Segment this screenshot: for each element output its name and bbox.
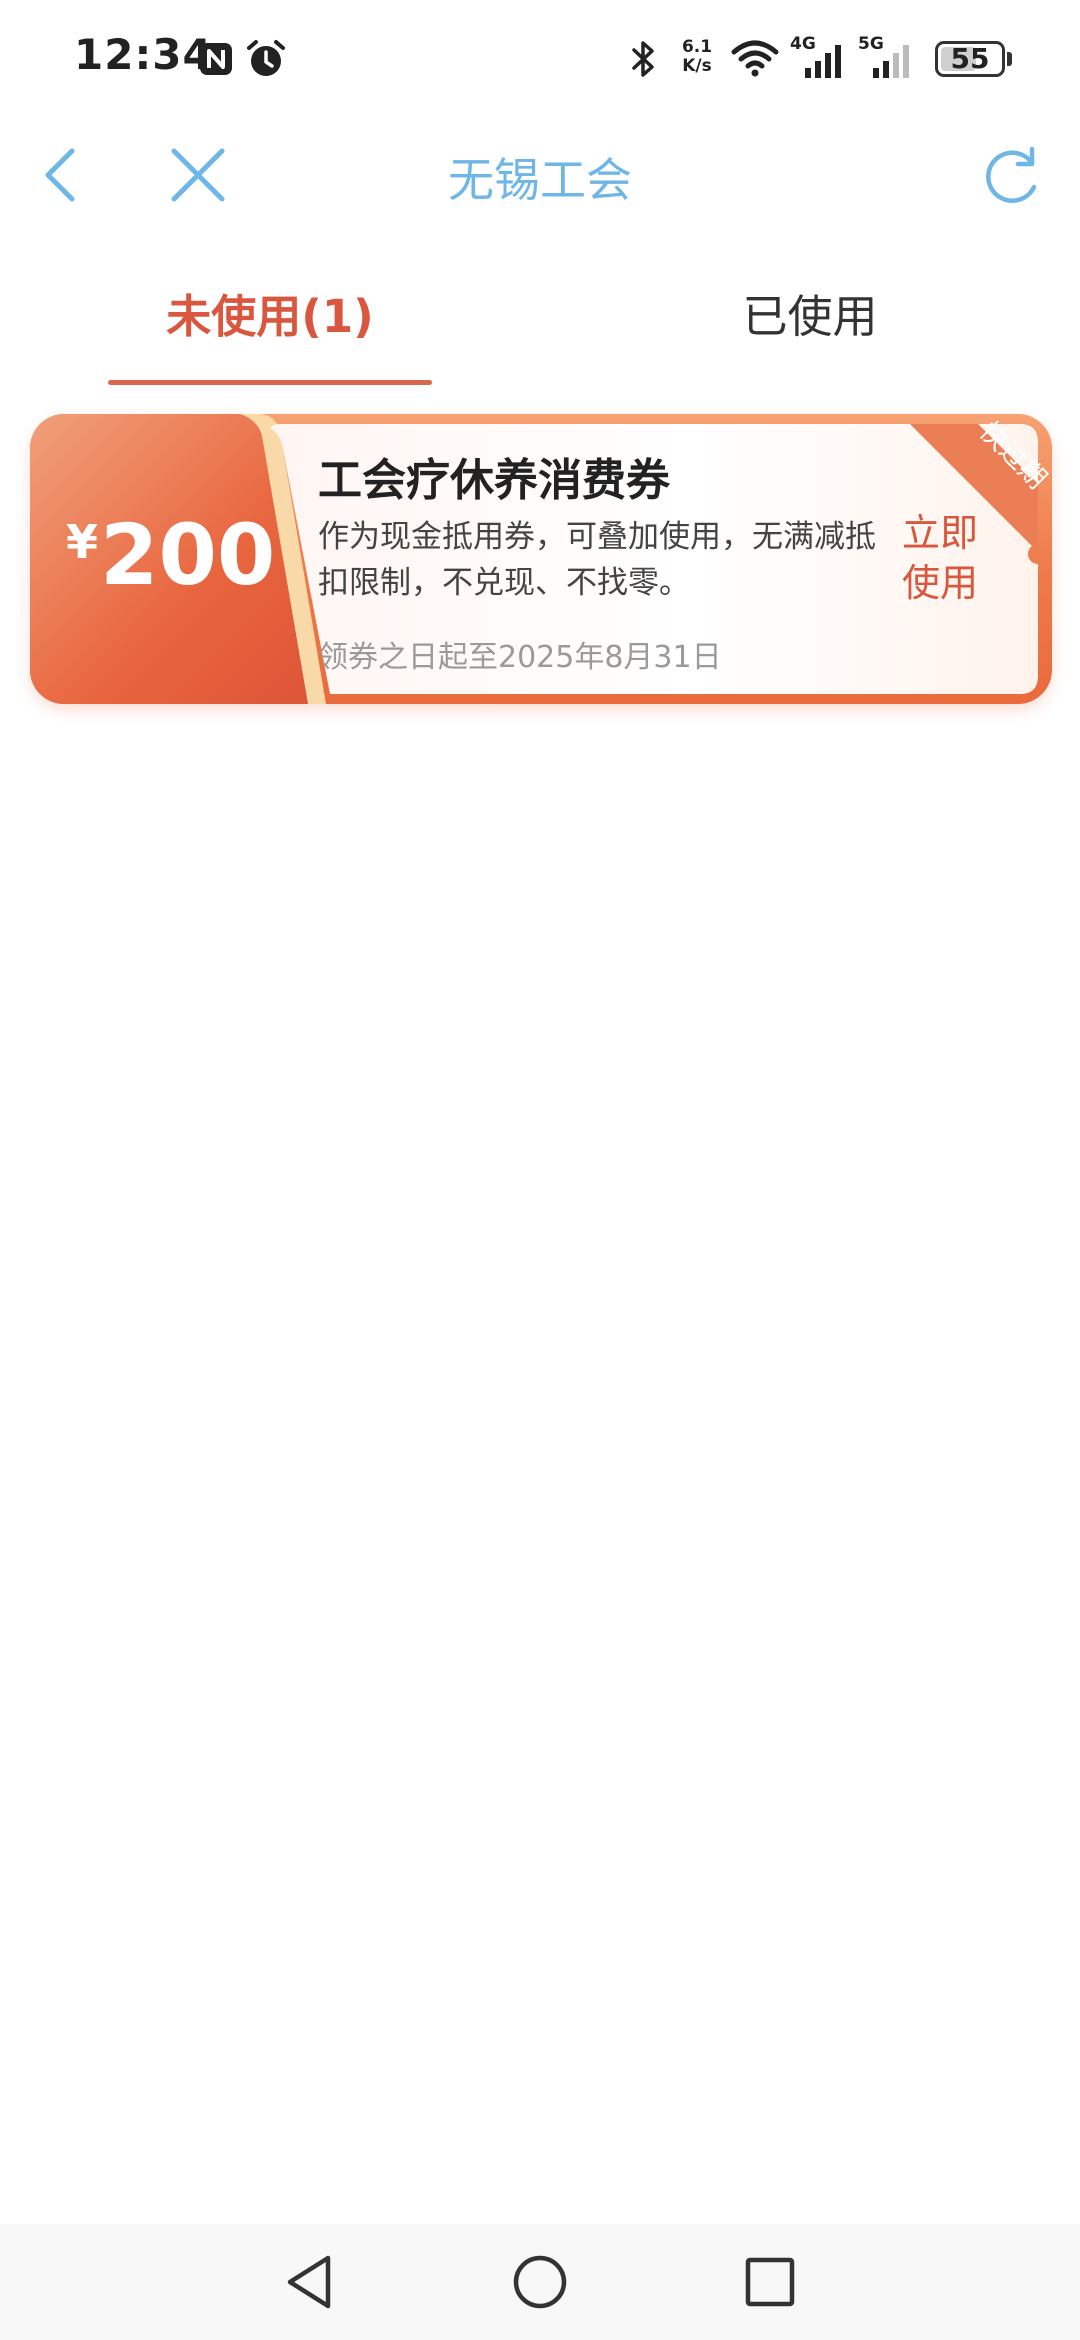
use-now-button[interactable]: 立即 使用 bbox=[902, 508, 1012, 608]
nfc-icon bbox=[200, 43, 232, 75]
coupon-title: 工会疗休养消费券 bbox=[318, 455, 670, 506]
page-title: 无锡工会 bbox=[448, 153, 632, 207]
coupon-currency: ¥ bbox=[66, 515, 99, 569]
status-time: 12:34 bbox=[74, 30, 213, 79]
coupon-card[interactable]: ¥200 工会疗休养消费券 作为现金抵用券，可叠加使用，无满减抵扣限制，不兑现、… bbox=[30, 414, 1052, 704]
use-now-label-line1: 立即 bbox=[902, 511, 979, 555]
system-recents-icon[interactable] bbox=[742, 2252, 798, 2312]
battery-icon: 55 bbox=[935, 41, 1005, 77]
tab-used[interactable]: 已使用 bbox=[610, 280, 1010, 345]
bluetooth-icon bbox=[632, 41, 654, 77]
tab-unused[interactable]: 未使用(1) bbox=[70, 280, 470, 345]
coupon-amount: ¥200 bbox=[66, 506, 275, 604]
battery-tip bbox=[1007, 52, 1012, 66]
coupon-value: 200 bbox=[100, 506, 276, 604]
coupon-description: 作为现金抵用券，可叠加使用，无满减抵扣限制，不兑现、不找零。 bbox=[318, 519, 876, 601]
system-navigation-bar bbox=[0, 2224, 1080, 2340]
signal-icon bbox=[805, 45, 841, 78]
tab-active-indicator bbox=[108, 380, 432, 385]
alarm-icon bbox=[247, 40, 285, 76]
signal-icon-2 bbox=[873, 45, 909, 78]
net-speed-value: 6.1 bbox=[681, 37, 713, 57]
wifi-icon bbox=[731, 40, 779, 77]
use-now-label-line2: 使用 bbox=[902, 561, 979, 605]
status-bar: 12:34 6.1 K/s 4G 5G 55 bbox=[0, 0, 1080, 120]
nav-bar: 无锡工会 bbox=[0, 120, 1080, 230]
net-speed-unit: K/s bbox=[682, 56, 712, 76]
net-speed: 6.1 K/s bbox=[672, 38, 722, 76]
refresh-icon[interactable] bbox=[982, 145, 1044, 207]
system-back-icon[interactable] bbox=[282, 2252, 338, 2312]
coupon-validity: 领券之日起至2025年8月31日 bbox=[318, 640, 722, 675]
coupon-tabs: 未使用(1) 已使用 bbox=[0, 255, 1080, 390]
battery-level: 55 bbox=[950, 42, 990, 75]
system-home-icon[interactable] bbox=[510, 2252, 570, 2312]
